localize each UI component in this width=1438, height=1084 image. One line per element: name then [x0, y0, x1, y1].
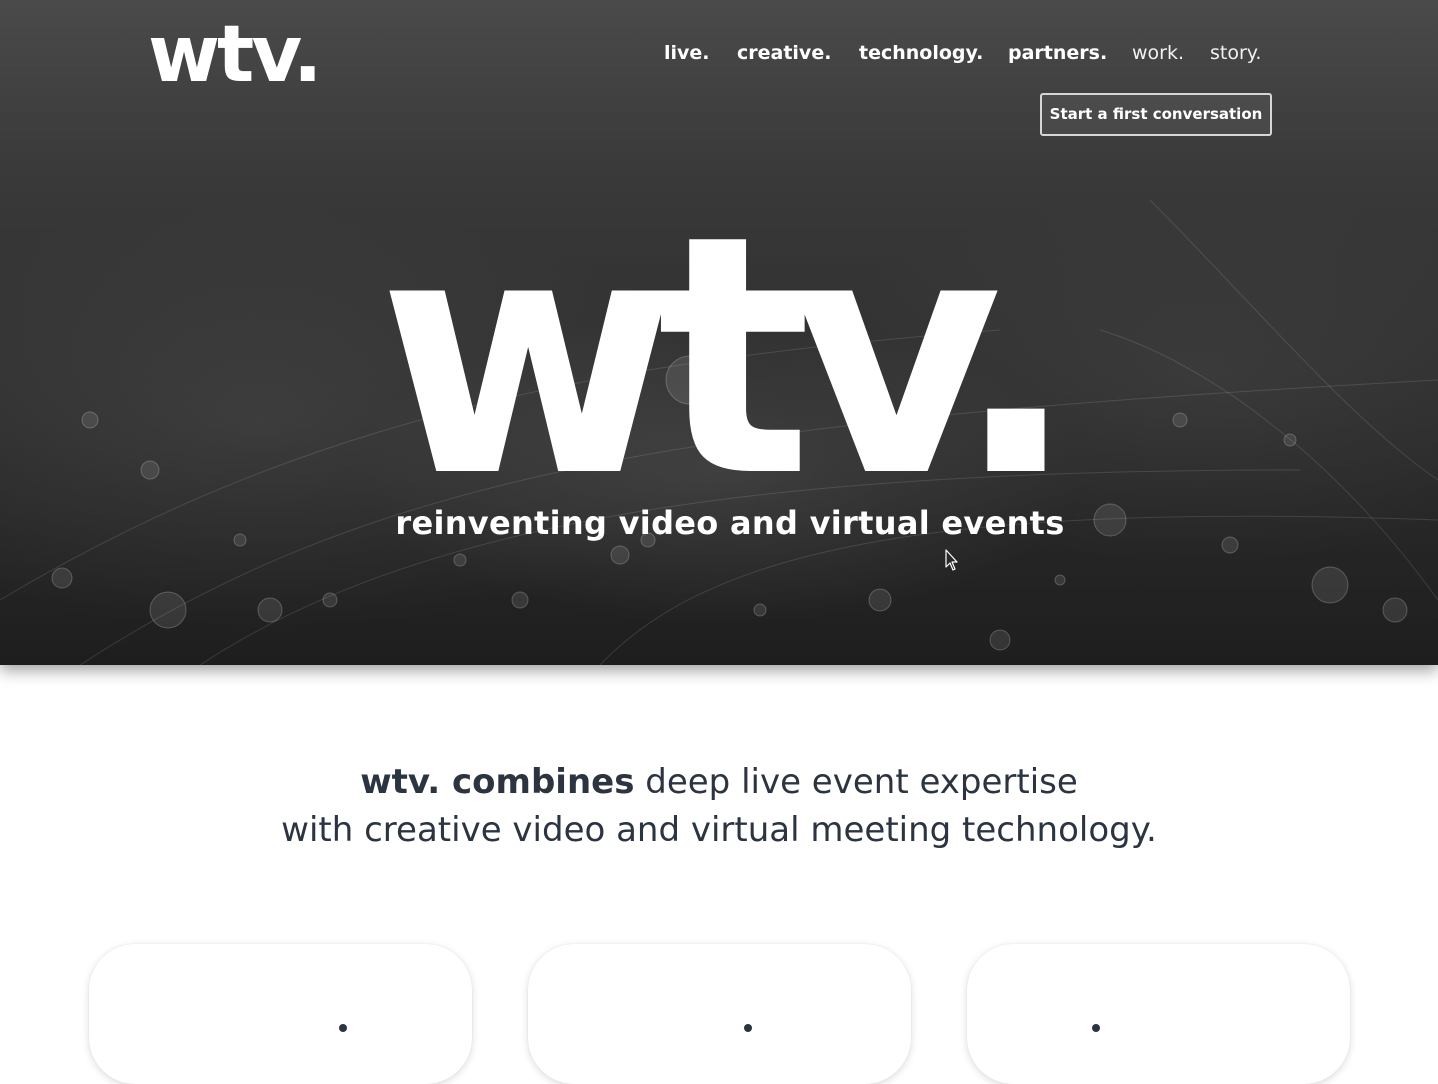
nav-item-story[interactable]: story.	[1210, 40, 1261, 66]
card-icon	[1092, 1024, 1100, 1032]
intro-line-1-rest: deep live event expertise	[634, 762, 1078, 802]
hero-section: wtv. live. creative. technology. partner…	[0, 0, 1438, 665]
card-icon	[744, 1024, 752, 1032]
nav-item-technology[interactable]: technology.	[859, 40, 983, 66]
hero-wordmark: wtv.	[378, 185, 1068, 485]
intro-line-1: wtv. combines deep live event expertise	[0, 758, 1438, 806]
card-icon	[339, 1024, 347, 1032]
service-card-3[interactable]	[967, 944, 1350, 1084]
nav-item-work[interactable]: work.	[1132, 40, 1184, 66]
cursor-icon	[945, 549, 958, 571]
nav-item-partners[interactable]: partners.	[1008, 40, 1107, 66]
hero-tagline: reinventing video and virtual events	[395, 504, 1065, 542]
nav-item-live[interactable]: live.	[664, 40, 710, 66]
start-conversation-button[interactable]: Start a first conversation	[1040, 93, 1272, 136]
service-card-1[interactable]	[89, 944, 472, 1084]
main-nav: live. creative. technology. partners. wo…	[0, 40, 1438, 70]
nav-item-creative[interactable]: creative.	[737, 40, 831, 66]
service-card-2[interactable]	[528, 944, 911, 1084]
intro-statement: wtv. combines deep live event expertise …	[0, 758, 1438, 854]
hero-wordmark-text: wtv.	[378, 185, 1056, 485]
intro-line-2: with creative video and virtual meeting …	[281, 810, 1157, 850]
intro-bold: wtv. combines	[360, 762, 635, 802]
